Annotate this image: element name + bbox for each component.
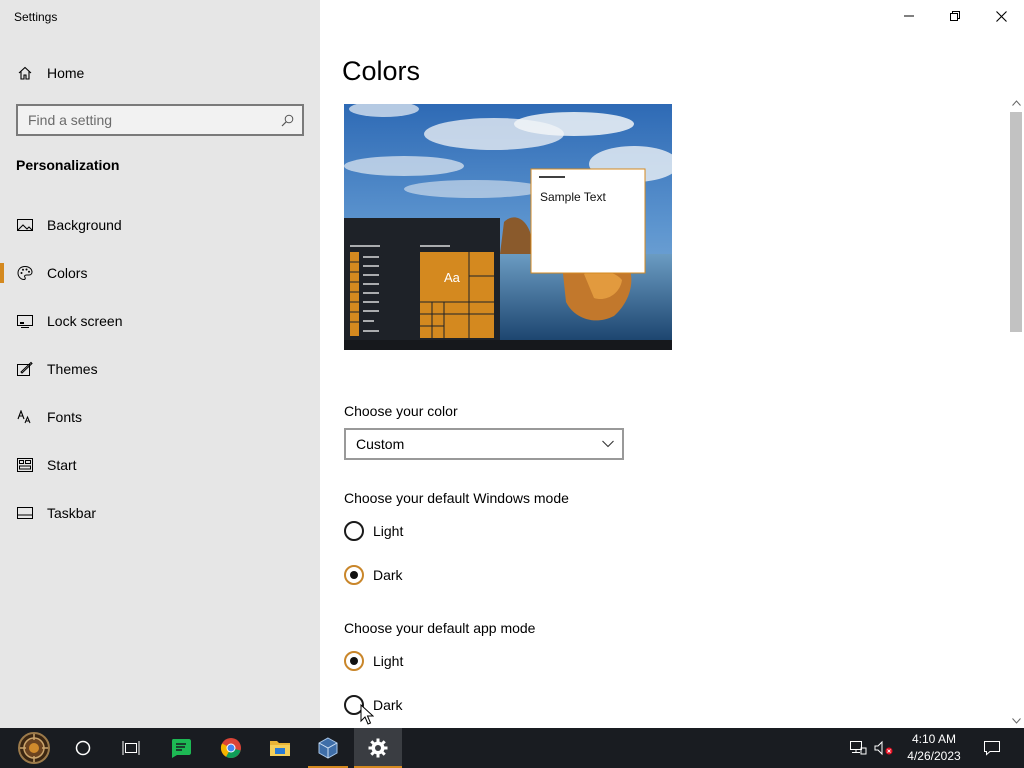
radio-label: Light xyxy=(373,653,404,669)
task-view-button[interactable] xyxy=(107,728,155,768)
app-mode-label: Choose your default app mode xyxy=(344,620,536,636)
picture-icon xyxy=(16,216,34,234)
sidebar-item-label: Taskbar xyxy=(47,505,97,521)
search-input[interactable] xyxy=(28,112,280,128)
start-button[interactable] xyxy=(10,728,58,768)
cortana-icon xyxy=(75,740,91,756)
section-title: Personalization xyxy=(16,157,120,173)
restore-icon xyxy=(950,11,960,21)
scroll-thumb[interactable] xyxy=(1010,112,1022,332)
page-title: Colors xyxy=(342,56,421,86)
mouse-cursor-icon xyxy=(360,704,374,725)
chrome-button[interactable] xyxy=(207,728,255,768)
task-view-icon xyxy=(122,741,140,755)
network-icon xyxy=(850,741,867,755)
chat-app-button[interactable] xyxy=(157,728,205,768)
virtualbox-icon xyxy=(318,737,338,759)
windows-mode-label: Choose your default Windows mode xyxy=(344,490,569,506)
taskbar-icon xyxy=(16,504,34,522)
sidebar-item-fonts[interactable]: Fonts xyxy=(0,397,320,437)
volume-tray-button[interactable] xyxy=(872,728,896,768)
sidebar-item-lock-screen[interactable]: Lock screen xyxy=(0,301,320,341)
minimize-icon xyxy=(904,15,914,17)
settings-icon xyxy=(368,738,388,758)
sidebar-item-background[interactable]: Background xyxy=(0,205,320,245)
palette-icon xyxy=(16,264,34,282)
minimize-button[interactable] xyxy=(886,0,932,32)
radio-indicator xyxy=(344,565,364,585)
scroll-up-button[interactable] xyxy=(1008,96,1024,110)
app-mode-light-radio[interactable]: Light xyxy=(344,650,403,672)
sidebar-item-label: Colors xyxy=(47,265,88,281)
choose-color-label: Choose your color xyxy=(344,403,458,419)
color-select-value: Custom xyxy=(356,436,405,452)
file-explorer-icon xyxy=(270,741,290,756)
lock-screen-icon xyxy=(16,312,34,330)
windows-mode-dark-radio[interactable]: Dark xyxy=(344,564,403,586)
cortana-button[interactable] xyxy=(59,728,107,768)
radio-indicator xyxy=(344,651,364,671)
chevron-up-icon xyxy=(1011,100,1021,106)
search-box[interactable] xyxy=(16,104,304,136)
sidebar-item-label: Lock screen xyxy=(47,313,123,329)
taskbar-clock[interactable]: 4:10 AM 4/26/2023 xyxy=(898,730,970,766)
radio-indicator xyxy=(344,521,364,541)
preview-image: Aa Sample Text xyxy=(344,104,672,350)
sidebar-item-label: Themes xyxy=(47,361,98,377)
home-icon xyxy=(16,64,34,82)
preview-sample-text: Sample Text xyxy=(540,190,606,204)
action-center-button[interactable] xyxy=(976,728,1008,768)
sidebar: Settings Home Personalization Background… xyxy=(0,0,320,728)
search-icon[interactable] xyxy=(280,113,294,127)
start-icon xyxy=(18,732,50,764)
sidebar-item-start[interactable]: Start xyxy=(0,445,320,485)
radio-label: Dark xyxy=(373,567,403,583)
restore-button[interactable] xyxy=(932,0,978,32)
start-icon xyxy=(16,456,34,474)
sidebar-item-themes[interactable]: Themes xyxy=(0,349,320,389)
chevron-down-icon xyxy=(602,440,614,448)
app-title: Settings xyxy=(14,10,58,24)
notifications-icon xyxy=(984,741,1000,756)
file-explorer-button[interactable] xyxy=(256,728,304,768)
scroll-down-button[interactable] xyxy=(1008,714,1024,728)
home-label: Home xyxy=(47,65,85,81)
settings-taskbar-button[interactable] xyxy=(354,728,402,768)
windows-mode-light-radio[interactable]: Light xyxy=(344,520,403,542)
close-icon xyxy=(995,10,1007,22)
virtualbox-button[interactable] xyxy=(304,728,352,768)
chevron-down-icon xyxy=(1011,718,1021,724)
taskbar: 4:10 AM 4/26/2023 xyxy=(0,728,1024,768)
clock-date: 4/26/2023 xyxy=(907,749,961,763)
radio-label: Dark xyxy=(373,697,403,713)
chat-icon xyxy=(172,739,191,758)
sidebar-item-colors[interactable]: Colors xyxy=(0,253,320,293)
clock-time: 4:10 AM xyxy=(911,732,957,746)
theme-preview: Aa Sample Text xyxy=(344,104,672,350)
radio-label: Light xyxy=(373,523,404,539)
color-select[interactable]: Custom xyxy=(344,428,624,460)
fonts-icon xyxy=(16,408,34,426)
volume-muted-icon xyxy=(874,740,893,756)
themes-icon xyxy=(16,360,34,378)
close-button[interactable] xyxy=(978,0,1024,32)
home-link[interactable]: Home xyxy=(16,62,84,84)
sidebar-item-label: Fonts xyxy=(47,409,83,425)
network-tray-button[interactable] xyxy=(846,728,870,768)
sidebar-item-taskbar[interactable]: Taskbar xyxy=(0,493,320,533)
scrollbar[interactable] xyxy=(1008,96,1024,728)
preview-tile-text: Aa xyxy=(444,270,461,285)
sidebar-item-label: Start xyxy=(47,457,77,473)
chrome-icon xyxy=(220,738,241,758)
sidebar-item-label: Background xyxy=(47,217,122,233)
